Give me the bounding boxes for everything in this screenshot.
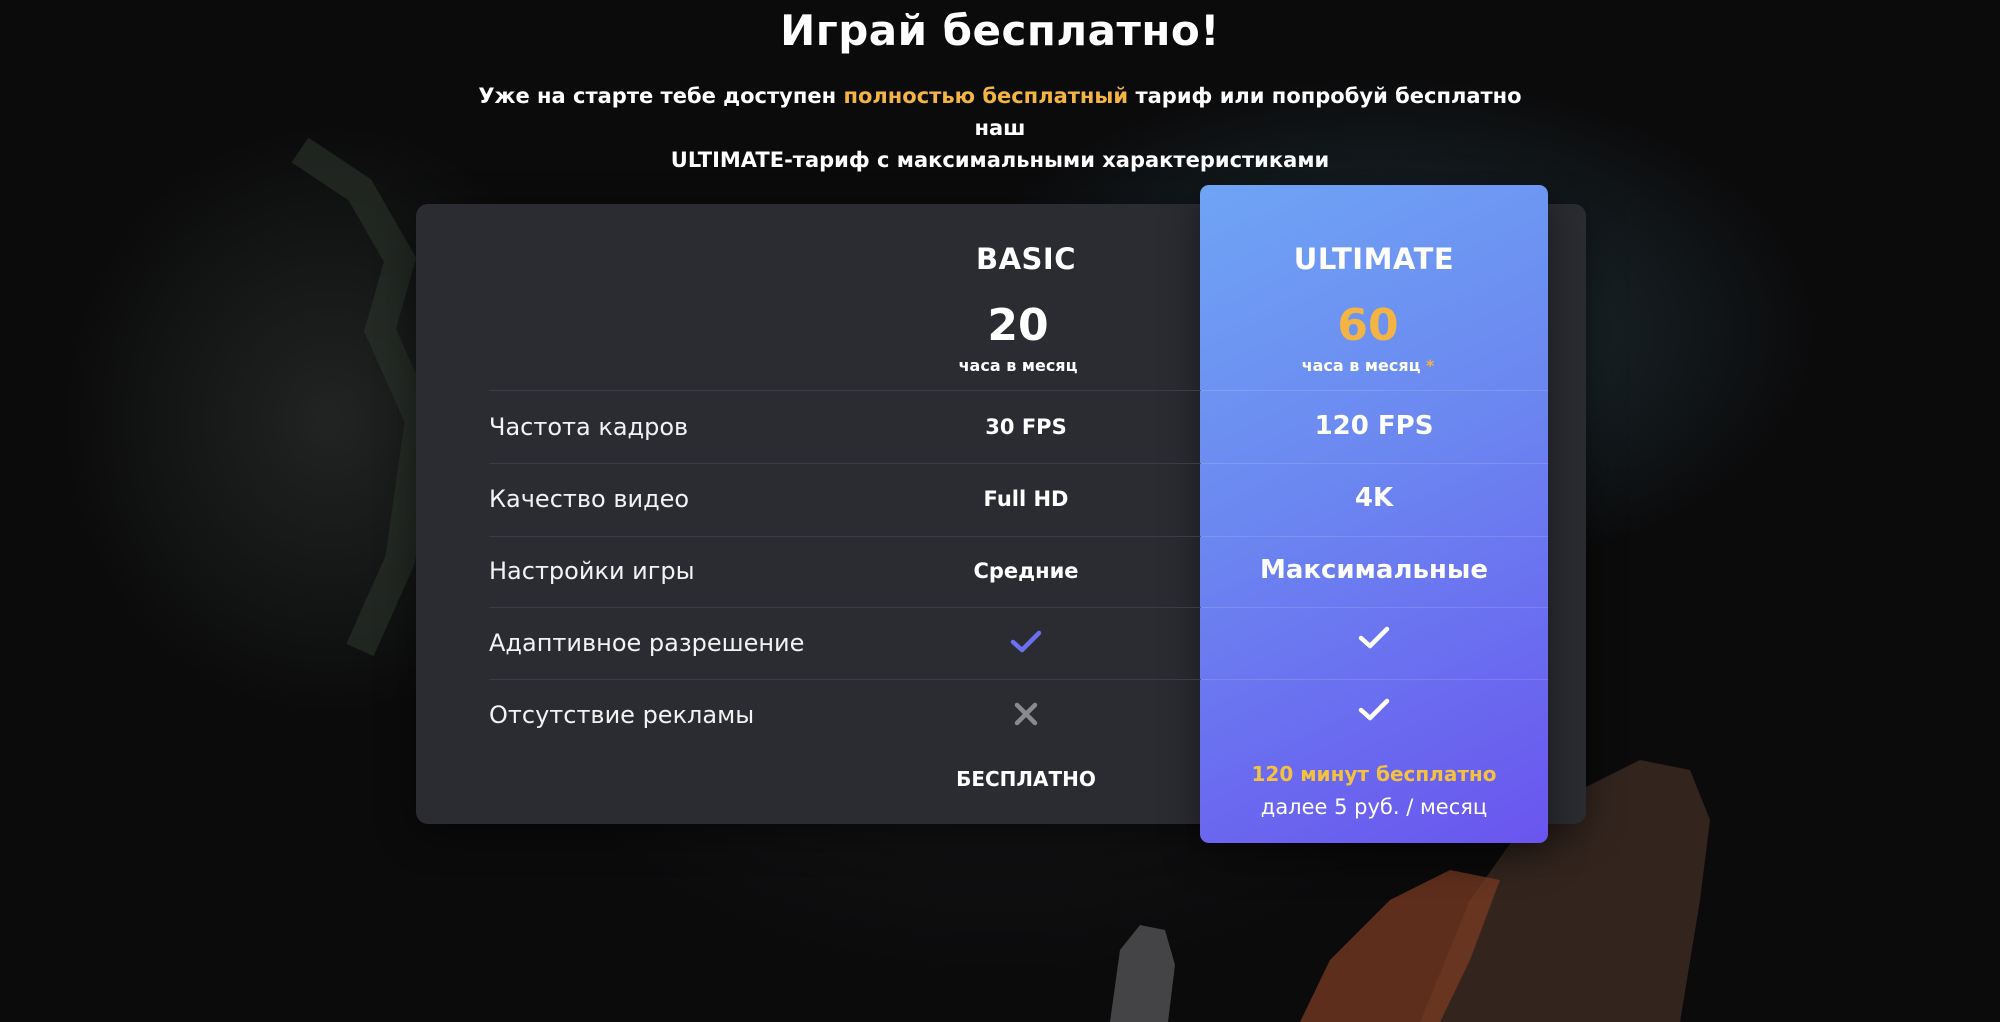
row-divider xyxy=(1200,390,1548,391)
basic-hours-value: 20 xyxy=(987,300,1049,351)
row-divider xyxy=(489,463,1201,464)
ultimate-frame-rate-value: 120 FPS xyxy=(1314,411,1434,441)
row-divider xyxy=(489,536,1201,537)
ultimate-game-settings-value: Максимальные xyxy=(1259,555,1489,585)
basic-plan-price: БЕСПЛАТНО xyxy=(956,767,1096,791)
ultimate-plan-price: далее 5 руб. / месяц xyxy=(1260,795,1488,819)
feature-label-frame-rate: Частота кадров xyxy=(489,413,689,441)
row-divider xyxy=(1200,463,1548,464)
feature-label-no-ads: Отсутствие рекламы xyxy=(489,701,755,729)
page-title: Играй бесплатно! xyxy=(780,6,1220,55)
page-subtitle: Уже на старте тебе доступен полностью бе… xyxy=(460,80,1540,176)
basic-frame-rate-value: 30 FPS xyxy=(985,415,1067,439)
basic-game-settings-value: Средние xyxy=(973,559,1079,583)
ultimate-no-ads-cell xyxy=(1200,693,1548,727)
row-divider xyxy=(1200,607,1548,608)
cross-icon xyxy=(1014,702,1038,726)
subtitle-line-2: ULTIMATE-тариф с максимальными характери… xyxy=(670,148,1330,172)
row-divider xyxy=(1200,536,1548,537)
ultimate-plan-panel[interactable] xyxy=(1200,185,1548,843)
basic-no-ads-cell xyxy=(852,697,1200,731)
feature-label-video-quality: Качество видео xyxy=(489,485,690,513)
basic-hours-label: часа в месяц xyxy=(958,356,1078,375)
ultimate-trial-offer: 120 минут бесплатно xyxy=(1251,762,1497,786)
basic-video-quality-value: Full HD xyxy=(983,487,1069,511)
check-icon xyxy=(1358,698,1390,721)
footnote-asterisk: * xyxy=(1426,356,1435,375)
subtitle-highlight: полностью бесплатный xyxy=(843,84,1129,108)
feature-label-game-settings: Настройки игры xyxy=(489,557,695,585)
ultimate-plan-title: ULTIMATE xyxy=(1293,242,1455,276)
ultimate-hours-label-text: часа в месяц xyxy=(1301,356,1421,375)
ultimate-adaptive-resolution-cell xyxy=(1200,621,1548,655)
basic-plan-title: BASIC xyxy=(975,242,1076,276)
ultimate-hours-value: 60 xyxy=(1337,300,1399,351)
row-divider xyxy=(489,679,1201,680)
row-divider xyxy=(489,390,1201,391)
subtitle-text: Уже на старте тебе доступен xyxy=(478,84,844,108)
row-divider xyxy=(489,607,1201,608)
ultimate-video-quality-value: 4K xyxy=(1354,483,1394,513)
check-icon xyxy=(1358,626,1390,649)
row-divider xyxy=(1200,679,1548,680)
ultimate-hours-label: часа в месяц * xyxy=(1194,356,1542,375)
basic-adaptive-resolution-cell xyxy=(852,625,1200,659)
check-icon xyxy=(1010,630,1042,653)
feature-label-adaptive-resolution: Адаптивное разрешение xyxy=(489,629,805,657)
